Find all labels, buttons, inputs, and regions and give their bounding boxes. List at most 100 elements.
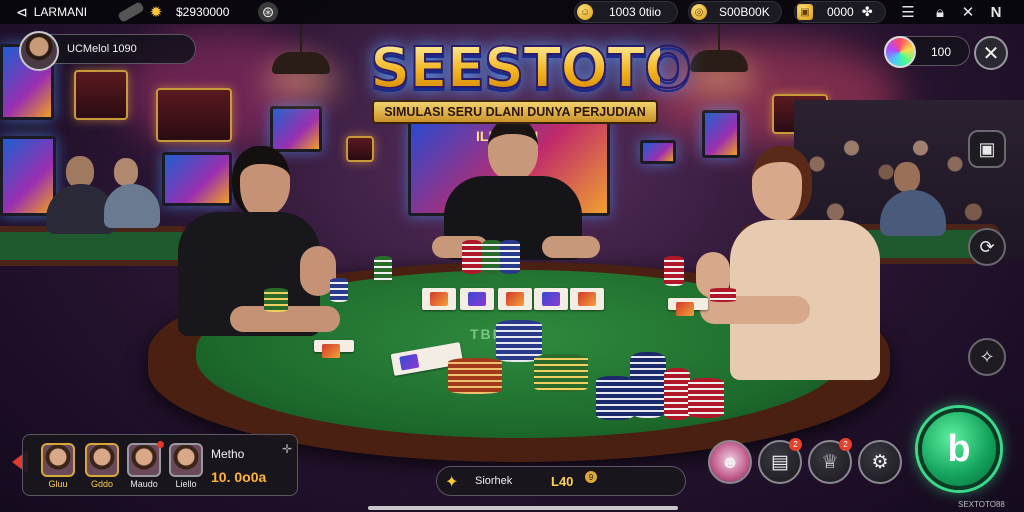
chip-stack	[534, 354, 588, 392]
players-label: Metho	[211, 447, 245, 461]
player-card	[314, 340, 354, 358]
status-value: L40	[551, 474, 574, 489]
share-icon: ✧	[979, 346, 995, 367]
mascot-button[interactable]: ☻	[708, 440, 752, 484]
mascot-icon: ☻	[720, 451, 740, 472]
currency-3-value: 0000	[827, 5, 854, 19]
profile-name: UCMelol 1090	[67, 43, 137, 55]
chip-stack	[330, 278, 348, 302]
watermark: SEXTOTO88	[958, 500, 1005, 509]
wall-screen	[640, 140, 676, 164]
trophy-cup-icon: ♕	[821, 451, 839, 473]
game-logo: SEESTOTO SIMULASI SERU DLANI DUNYA PERJU…	[369, 36, 693, 134]
wall-sign	[74, 70, 128, 120]
refresh-icon: ⟳	[979, 236, 995, 257]
refresh-button[interactable]: ⟳	[968, 228, 1006, 266]
players-amount: 10. 0o0a	[211, 469, 267, 485]
smiley-coin-icon: ☺	[577, 4, 593, 20]
community-card	[534, 288, 568, 310]
community-card	[460, 288, 494, 310]
player-name: Liello	[175, 479, 197, 489]
close-icon[interactable]: ✕	[958, 2, 978, 22]
trophy-icon: ✦	[445, 474, 459, 491]
status-label: Siorhek	[475, 475, 513, 487]
chip-stack	[500, 240, 520, 274]
balance-display: $2930000	[176, 0, 229, 24]
wall-screen	[702, 110, 740, 158]
community-card	[570, 288, 604, 310]
avatar[interactable]	[19, 31, 59, 71]
slot-machine-screen	[162, 152, 232, 206]
chip-stack	[710, 288, 736, 302]
settings-button[interactable]: ⚙	[858, 440, 902, 484]
player-avatar[interactable]	[85, 443, 119, 477]
network-icon[interactable]: N	[986, 2, 1006, 22]
currency-2-value: S00B00K	[719, 5, 770, 19]
currency-pill-3[interactable]: ▣ 0000 ✤	[794, 1, 886, 23]
gear-icon[interactable]: ✹	[146, 2, 166, 22]
close-button[interactable]: ✕	[974, 36, 1008, 70]
player-avatar[interactable]	[169, 443, 203, 477]
currency-1-value: 1003 0tiio	[609, 5, 662, 19]
horizontal-scrollbar[interactable]	[368, 506, 678, 510]
play-logo-icon: b	[947, 427, 971, 470]
balance-value: $2930000	[176, 5, 230, 19]
status-badge: 9	[585, 471, 597, 483]
wall-screen	[0, 136, 56, 216]
community-card	[422, 288, 456, 310]
share-button[interactable]: ✧	[968, 338, 1006, 376]
chip-stack	[462, 240, 482, 274]
ceiling-lamp	[272, 12, 330, 74]
gold-coin-icon: ◎	[691, 4, 707, 20]
chip-stack	[596, 376, 634, 420]
status-bar[interactable]: ✦ Siorhek L40 9	[436, 466, 686, 496]
player-name: Gddo	[90, 479, 114, 489]
notification-dot	[157, 441, 164, 448]
player-name: Gluu	[48, 479, 68, 489]
plus-icon[interactable]: ✛	[279, 441, 295, 457]
wall-screen	[270, 106, 322, 152]
trophy-button[interactable]: ♕ 2	[808, 438, 852, 484]
wall-sign	[346, 136, 374, 162]
profile-card[interactable]: UCMelol 1090	[19, 31, 196, 71]
logo-subtitle: SIMULASI SERU DLANI DUNYA PERJUDIAN	[372, 100, 658, 124]
chip-stack	[664, 368, 690, 420]
chip-stack	[264, 288, 288, 312]
trophy-badge: 2	[839, 438, 852, 451]
chip-stack	[688, 378, 724, 418]
gem-value: 100	[931, 45, 952, 59]
gallery-button[interactable]: ▣	[968, 130, 1006, 168]
calendar-button[interactable]: ▤ 2	[758, 438, 802, 484]
gem-balance[interactable]: 100	[884, 36, 970, 68]
calendar-badge: 2	[789, 438, 802, 451]
ceiling-lamp	[690, 10, 748, 72]
user-chevron-icon: ⊲	[16, 3, 28, 20]
currency-pill-1[interactable]: ☺ 1003 0tiio	[574, 1, 678, 23]
treasure-icon: ▣	[797, 4, 813, 20]
gallery-icon: ▣	[978, 138, 996, 159]
top-bar: ⊲ LARMANI ✹ $2930000 ⊛ ☺ 1003 0tiio ◎ S0…	[0, 0, 1024, 24]
gear-settings-icon: ⚙	[871, 451, 889, 473]
currency-pill-2[interactable]: ◎ S00B00K	[688, 1, 782, 23]
lock-icon[interactable]: 🔒︎	[930, 2, 950, 22]
calendar-icon: ▤	[771, 451, 789, 473]
username-display[interactable]: ⊲ LARMANI	[16, 0, 87, 24]
wall-sign	[156, 88, 232, 142]
gem-icon	[884, 36, 916, 68]
chip-stack	[482, 240, 502, 274]
chip-stack	[374, 256, 392, 284]
chip-stack	[448, 358, 502, 394]
community-card	[498, 288, 532, 310]
player-avatar[interactable]	[127, 443, 161, 477]
settings-icon[interactable]: ⊛	[258, 2, 278, 22]
chip-stack	[664, 256, 684, 286]
pen-icon[interactable]	[117, 1, 145, 23]
player-avatar[interactable]	[41, 443, 75, 477]
chip-stack	[630, 352, 666, 418]
player-card	[668, 298, 708, 316]
player-name: Maudo	[130, 479, 158, 489]
menu-icon[interactable]: ☰	[898, 2, 918, 22]
play-button[interactable]: b	[918, 408, 1000, 490]
logo-title: SEESTOTO	[369, 36, 693, 101]
players-panel: Gluu Gddo Maudo Liello Metho 10. 0o0a ✛	[22, 434, 298, 496]
